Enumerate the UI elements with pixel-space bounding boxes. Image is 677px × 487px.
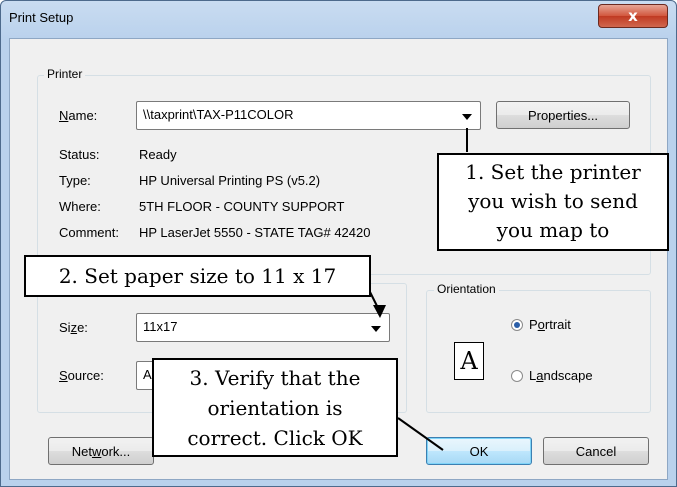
comment-value: HP LaserJet 5550 - STATE TAG# 42420 (139, 225, 371, 240)
printer-name-value: \\taxprint\TAX-P11COLOR (143, 107, 294, 122)
ok-button-label: OK (469, 443, 489, 459)
callout-1-line-1: 1. Set the printer (465, 160, 641, 184)
chevron-down-icon (371, 326, 381, 332)
callout-1-line-2: you wish to send (468, 189, 638, 213)
cancel-button-label: Cancel (575, 443, 617, 459)
portrait-page-icon: A (454, 342, 484, 380)
comment-label: Comment: (59, 225, 119, 240)
ok-button[interactable]: OK (426, 437, 532, 465)
paper-source-value: A (143, 367, 152, 382)
type-value: HP Universal Printing PS (v5.2) (139, 173, 321, 188)
where-value: 5TH FLOOR - COUNTY SUPPORT (139, 199, 345, 214)
callout-3-line-1: 3. Verify that the (189, 366, 361, 390)
printer-name-dropdown[interactable]: \\taxprint\TAX-P11COLOR (136, 101, 481, 130)
callout-2-text: 2. Set paper size to 11 x 17 (58, 264, 337, 288)
portrait-label[interactable]: Portrait (529, 317, 571, 332)
callout-set-paper-size: 2. Set paper size to 11 x 17 (24, 255, 371, 297)
orientation-group-label: Orientation (434, 282, 499, 296)
name-label: Name: (59, 108, 98, 123)
portrait-radio[interactable] (511, 319, 523, 331)
landscape-radio[interactable] (511, 370, 523, 382)
status-label: Status: (59, 147, 100, 162)
size-label: Size: (59, 320, 88, 335)
type-label: Type: (59, 173, 91, 188)
callout-verify-orientation: 3. Verify that the orientation is correc… (152, 358, 398, 457)
printer-group-label: Printer (44, 67, 86, 81)
chevron-down-icon (462, 114, 472, 120)
network-button[interactable]: Network... (48, 437, 154, 465)
callout-3-line-3: correct. Click OK (187, 426, 363, 450)
callout-3-line-2: orientation is (207, 396, 343, 420)
window-title: Print Setup (9, 10, 74, 25)
status-value: Ready (139, 147, 177, 162)
close-button[interactable]: x (598, 4, 668, 28)
close-icon: x (628, 7, 638, 25)
landscape-label[interactable]: Landscape (529, 368, 593, 383)
paper-size-value: 11x17 (143, 319, 178, 334)
callout-1-line-3: you map to (496, 218, 610, 242)
properties-button[interactable]: Properties... (496, 101, 630, 129)
callout-set-printer: 1. Set the printer you wish to send you … (437, 153, 669, 251)
properties-button-label: Properties... (527, 107, 599, 123)
network-button-label: Network... (71, 443, 131, 459)
paper-size-dropdown[interactable]: 11x17 (136, 313, 390, 342)
where-label: Where: (59, 199, 101, 214)
cancel-button[interactable]: Cancel (543, 437, 649, 465)
source-label: Source: (59, 368, 104, 383)
